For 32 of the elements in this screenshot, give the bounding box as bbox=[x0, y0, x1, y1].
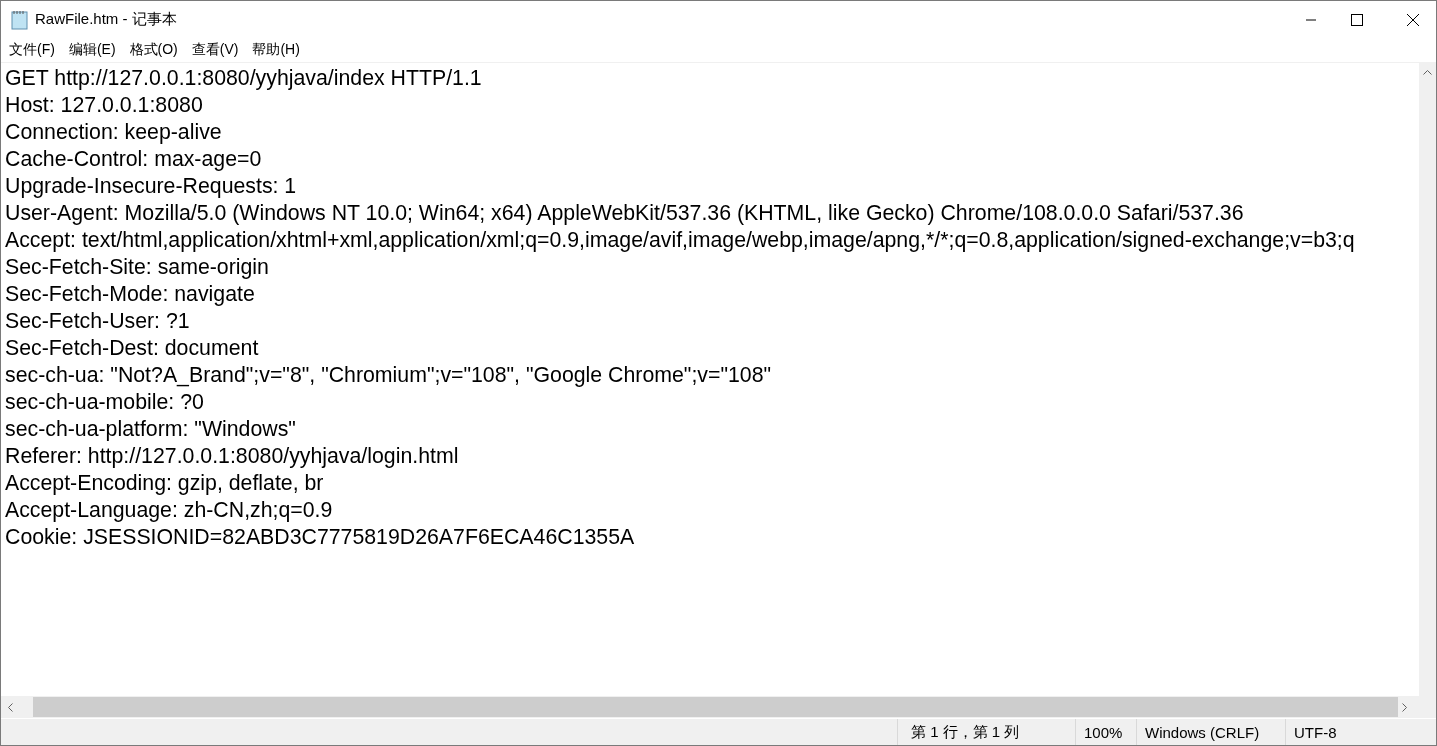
text-line: User-Agent: Mozilla/5.0 (Windows NT 10.0; Win64; x64) AppleWebKit/537.36 (KHTML, like Gecko) Chrome/108.0.0.0 Safari/537.36 bbox=[5, 200, 1244, 227]
maximize-icon bbox=[1351, 13, 1363, 26]
menu-item[interactable]: 格式(O) bbox=[125, 39, 182, 61]
text-line: Referer: http://127.0.0.1:8080/yyhjava/login.html bbox=[5, 443, 459, 470]
zoom-level: 100% bbox=[1075, 719, 1136, 745]
text-line: Cache-Control: max-age=0 bbox=[5, 146, 262, 173]
text-line: Cookie: JSESSIONID=82ABD3C7775819D26A7F6ECA46C1355A bbox=[5, 524, 635, 551]
line-ending: Windows (CRLF) bbox=[1136, 719, 1285, 745]
text-line: Sec-Fetch-User: ?1 bbox=[5, 308, 190, 335]
text-line: sec-ch-ua: "Not?A_Brand";v="8", "Chromium";v="108", "Google Chrome";v="108" bbox=[5, 362, 772, 389]
text-line: Connection: keep-alive bbox=[5, 119, 222, 146]
window-title: RawFile.htm - 记事本 bbox=[35, 10, 178, 29]
text-line: Upgrade-Insecure-Requests: 1 bbox=[5, 173, 297, 200]
text-line: Accept-Encoding: gzip, deflate, br bbox=[5, 470, 324, 497]
text-line: Accept: text/html,application/xhtml+xml,application/xml;q=0.9,image/avif,image/webp,image/apng,*/*;q=0.8,application/signed-exchange;v=b3;q bbox=[5, 227, 1355, 254]
text-line: sec-ch-ua-mobile: ?0 bbox=[5, 389, 204, 416]
cursor-position: 第 1 行，第 1 列 bbox=[897, 719, 1075, 745]
encoding: UTF-8 bbox=[1285, 719, 1436, 745]
text-line: Sec-Fetch-Site: same-origin bbox=[5, 254, 269, 281]
text-line: sec-ch-ua-platform: "Windows" bbox=[5, 416, 296, 443]
vertical-scrollbar[interactable] bbox=[1419, 63, 1436, 696]
notepad-icon bbox=[11, 9, 29, 30]
menu-item[interactable]: 编辑(E) bbox=[64, 39, 120, 61]
menu-item[interactable]: 查看(V) bbox=[187, 39, 243, 61]
text-line: Accept-Language: zh-CN,zh;q=0.9 bbox=[5, 497, 333, 524]
text-line: Sec-Fetch-Mode: navigate bbox=[5, 281, 255, 308]
text-line: Sec-Fetch-Dest: document bbox=[5, 335, 259, 362]
menu-item[interactable]: 帮助(H) bbox=[248, 39, 304, 61]
text-line: GET http://127.0.0.1:8080/yyhjava/index HTTP/1.1 bbox=[5, 65, 482, 92]
text-line: Host: 127.0.0.1:8080 bbox=[5, 92, 203, 119]
menu-item[interactable]: 文件(F) bbox=[5, 39, 59, 61]
close-icon bbox=[1406, 12, 1420, 27]
